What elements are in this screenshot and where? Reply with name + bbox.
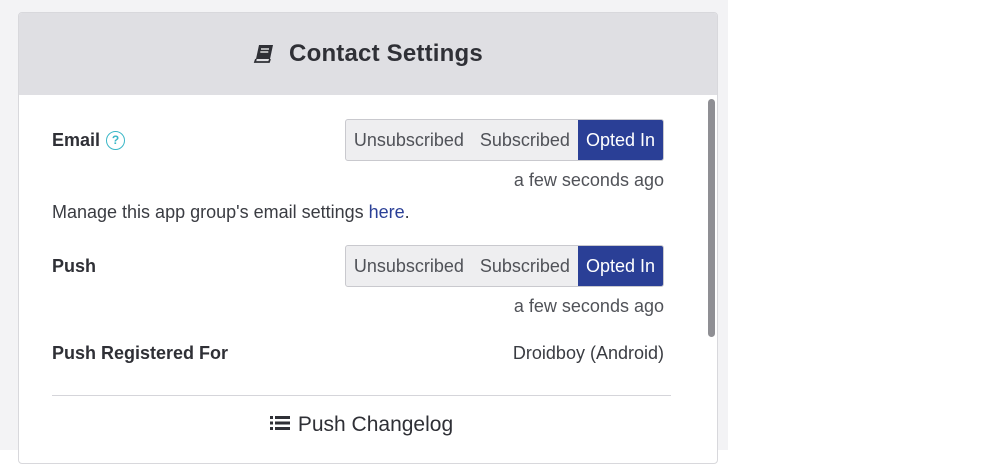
email-label-group: Email ? <box>52 129 126 151</box>
push-row: Push Unsubscribed Subscribed Opted In <box>52 245 664 287</box>
panel-title: Contact Settings <box>289 40 483 67</box>
email-subscription-toggle: Unsubscribed Subscribed Opted In <box>344 119 664 161</box>
push-timestamp: a few seconds ago <box>513 296 664 316</box>
help-icon[interactable]: ? <box>106 130 126 150</box>
scrollbar-thumb[interactable] <box>708 99 715 337</box>
email-row: Email ? Unsubscribed Subscribed Opted In <box>52 119 664 161</box>
section-divider <box>52 395 671 396</box>
push-registered-value: Droidboy (Android) <box>512 343 664 363</box>
push-changelog-label: Push Changelog <box>297 413 454 436</box>
manage-email-prefix: Manage this app group's email settings <box>52 202 369 222</box>
email-timestamp: a few seconds ago <box>513 170 664 190</box>
email-option-unsubscribed[interactable]: Unsubscribed <box>346 120 472 160</box>
panel-body: Email ? Unsubscribed Subscribed Opted In… <box>19 95 717 463</box>
manage-email-link[interactable]: here <box>369 202 405 222</box>
manage-email-text: Manage this app group's email settings h… <box>52 202 410 223</box>
push-changelog-heading[interactable]: Push Changelog <box>52 413 671 437</box>
push-label-group: Push <box>52 256 96 277</box>
push-option-subscribed[interactable]: Subscribed <box>472 246 578 286</box>
push-registered-label: Push Registered For <box>52 343 229 363</box>
push-option-opted-in[interactable]: Opted In <box>577 246 663 286</box>
contact-settings-panel: Contact Settings Email ? Unsubscribed Su… <box>18 12 718 464</box>
push-registered-row: Push Registered For Droidboy (Android) <box>52 343 664 364</box>
push-option-unsubscribed[interactable]: Unsubscribed <box>346 246 472 286</box>
manage-email-suffix: . <box>404 202 410 222</box>
email-option-opted-in[interactable]: Opted In <box>577 120 663 160</box>
list-icon <box>269 413 290 437</box>
panel-header: Contact Settings <box>19 13 717 95</box>
book-icon <box>253 43 275 65</box>
push-label: Push <box>52 255 97 276</box>
email-option-subscribed[interactable]: Subscribed <box>472 120 578 160</box>
push-subscription-toggle: Unsubscribed Subscribed Opted In <box>344 245 664 287</box>
email-label: Email <box>52 129 101 150</box>
